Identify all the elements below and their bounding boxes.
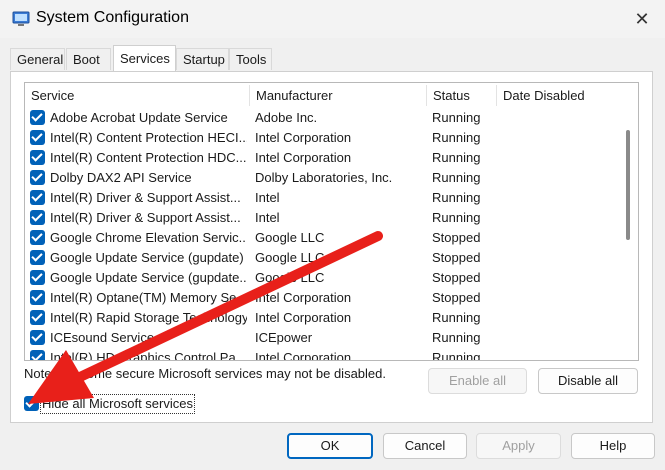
service-status: Stopped: [432, 230, 481, 245]
service-name: Intel(R) Content Protection HDC...: [50, 150, 247, 165]
service-name: Google Chrome Elevation Servic...: [50, 230, 247, 245]
service-checkbox[interactable]: [30, 130, 45, 145]
ok-button[interactable]: OK: [287, 433, 373, 459]
service-checkbox[interactable]: [30, 350, 45, 360]
service-manufacturer: Intel Corporation: [255, 290, 352, 305]
service-name: Intel(R) Content Protection HECI...: [50, 130, 247, 145]
service-manufacturer: Intel Corporation: [255, 310, 352, 325]
service-manufacturer: Adobe Inc.: [255, 110, 318, 125]
disable-all-button[interactable]: Disable all: [538, 368, 638, 394]
apply-button[interactable]: Apply: [476, 433, 561, 459]
tab-general[interactable]: General: [10, 48, 65, 70]
service-manufacturer: Dolby Laboratories, Inc.: [255, 170, 393, 185]
service-name: Google Update Service (gupdate...: [50, 270, 247, 285]
system-configuration-icon: [12, 11, 30, 26]
service-status: Running: [432, 190, 481, 205]
service-checkbox[interactable]: [30, 310, 45, 325]
service-name: Intel(R) HD Graphics Control Pa...: [50, 350, 247, 361]
table-row[interactable]: Google Update Service (gupdate... Google …: [25, 268, 619, 288]
title-bar: System Configuration ✕: [0, 0, 665, 38]
service-checkbox[interactable]: [30, 290, 45, 305]
service-manufacturer: Google LLC: [255, 270, 325, 285]
service-manufacturer: Intel Corporation: [255, 130, 352, 145]
column-header-service[interactable]: Service: [25, 83, 249, 108]
service-status: Running: [432, 110, 481, 125]
service-name: Dolby DAX2 API Service: [50, 170, 192, 185]
service-name: ICEsound Service: [50, 330, 155, 345]
list-header: Service Manufacturer Status Date Disable…: [25, 83, 638, 108]
service-status: Running: [432, 310, 481, 325]
service-status: Running: [432, 170, 481, 185]
service-checkbox[interactable]: [30, 210, 45, 225]
service-status: Stopped: [432, 290, 481, 305]
service-checkbox[interactable]: [30, 330, 45, 345]
table-row[interactable]: Google Update Service (gupdate) Google LL…: [25, 248, 619, 268]
service-name: Intel(R) Rapid Storage Technology: [50, 310, 247, 325]
service-status: Running: [432, 330, 481, 345]
scrollbar[interactable]: [619, 108, 638, 360]
service-checkbox[interactable]: [30, 190, 45, 205]
hide-microsoft-services-checkbox[interactable]: [24, 396, 39, 411]
scrollbar-thumb[interactable]: [626, 130, 630, 240]
service-name: Intel(R) Driver & Support Assist...: [50, 210, 241, 225]
service-manufacturer: Intel Corporation: [255, 150, 352, 165]
service-status: Running: [432, 130, 481, 145]
service-status: Running: [432, 210, 481, 225]
services-list[interactable]: Service Manufacturer Status Date Disable…: [24, 82, 639, 361]
enable-all-button[interactable]: Enable all: [428, 368, 527, 394]
service-name: Adobe Acrobat Update Service: [50, 110, 228, 125]
service-status: Running: [432, 350, 481, 361]
service-manufacturer: Intel Corporation: [255, 350, 352, 361]
table-row[interactable]: Intel(R) Content Protection HDC... Intel …: [25, 148, 619, 168]
hide-microsoft-services-label[interactable]: Hide all Microsoft services: [40, 394, 195, 414]
service-name: Google Update Service (gupdate): [50, 250, 244, 265]
service-manufacturer: Google LLC: [255, 230, 325, 245]
table-row[interactable]: Intel(R) Driver & Support Assist... Intel…: [25, 188, 619, 208]
service-status: Stopped: [432, 270, 481, 285]
service-status: Running: [432, 150, 481, 165]
service-checkbox[interactable]: [30, 250, 45, 265]
column-header-status[interactable]: Status: [427, 83, 496, 108]
secure-services-note: Note that some secure Microsoft services…: [24, 366, 386, 381]
service-manufacturer: ICEpower: [255, 330, 313, 345]
service-rows: Adobe Acrobat Update Service Adobe Inc. Ru…: [25, 108, 619, 361]
table-row[interactable]: Adobe Acrobat Update Service Adobe Inc. Ru…: [25, 108, 619, 128]
table-row[interactable]: Intel(R) Content Protection HECI... Intel…: [25, 128, 619, 148]
service-manufacturer: Intel: [255, 190, 280, 205]
help-button[interactable]: Help: [571, 433, 655, 459]
close-button[interactable]: ✕: [619, 0, 665, 38]
service-checkbox[interactable]: [30, 110, 45, 125]
tab-startup[interactable]: Startup: [176, 48, 229, 70]
table-row[interactable]: Intel(R) HD Graphics Control Pa... Intel …: [25, 348, 619, 361]
service-name: Intel(R) Optane(TM) Memory Se...: [50, 290, 247, 305]
column-header-date-disabled[interactable]: Date Disabled: [497, 83, 619, 108]
table-row[interactable]: Intel(R) Optane(TM) Memory Se... Intel Co…: [25, 288, 619, 308]
service-checkbox[interactable]: [30, 170, 45, 185]
table-row[interactable]: ICEsound Service ICEpower Running: [25, 328, 619, 348]
service-status: Stopped: [432, 250, 481, 265]
service-name: Intel(R) Driver & Support Assist...: [50, 190, 241, 205]
table-row[interactable]: Intel(R) Rapid Storage Technology Intel C…: [25, 308, 619, 328]
tab-boot[interactable]: Boot: [66, 48, 111, 70]
tab-tools[interactable]: Tools: [229, 48, 272, 70]
cancel-button[interactable]: Cancel: [383, 433, 467, 459]
table-row[interactable]: Dolby DAX2 API Service Dolby Laboratories…: [25, 168, 619, 188]
table-row[interactable]: Intel(R) Driver & Support Assist... Intel…: [25, 208, 619, 228]
service-checkbox[interactable]: [30, 150, 45, 165]
window-title: System Configuration: [36, 9, 189, 26]
table-row[interactable]: Google Chrome Elevation Servic... Google …: [25, 228, 619, 248]
tab-services[interactable]: Services: [113, 45, 176, 71]
service-checkbox[interactable]: [30, 270, 45, 285]
close-icon: ✕: [634, 8, 650, 29]
column-header-manufacturer[interactable]: Manufacturer: [250, 83, 426, 108]
service-manufacturer: Google LLC: [255, 250, 325, 265]
service-checkbox[interactable]: [30, 230, 45, 245]
service-manufacturer: Intel: [255, 210, 280, 225]
